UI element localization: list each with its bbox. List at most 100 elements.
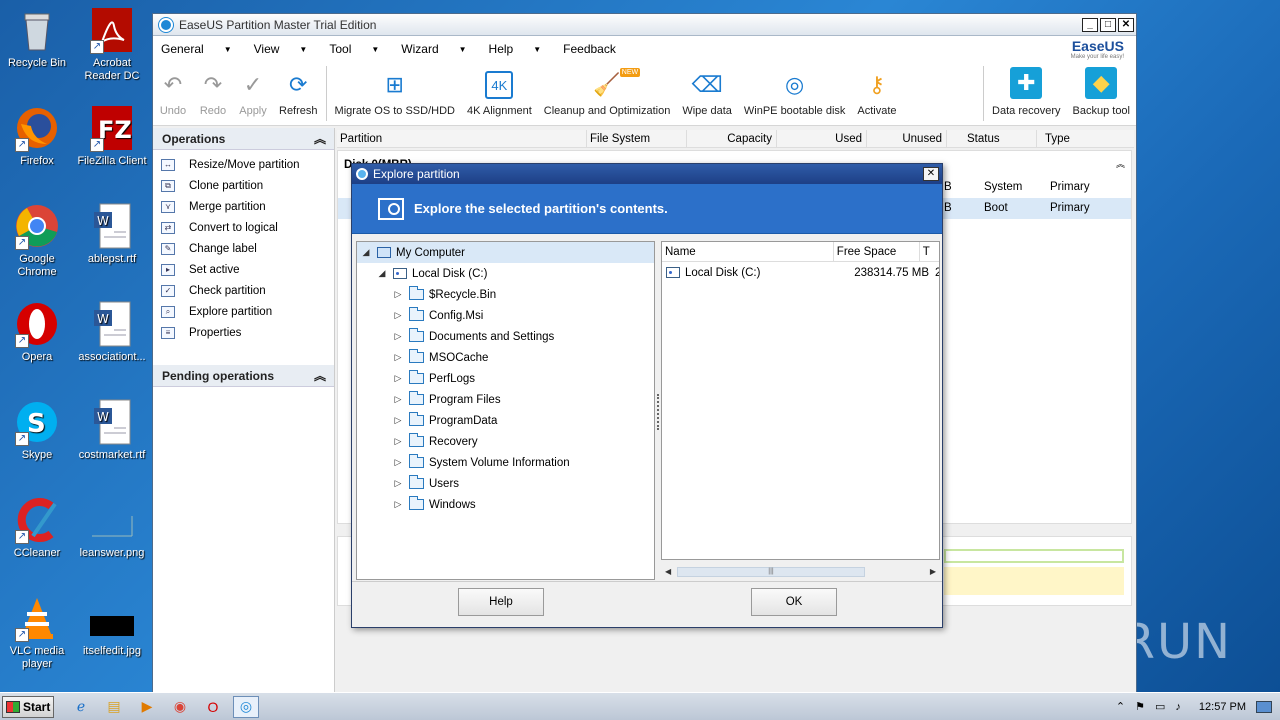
- desktop-icon-ablepst[interactable]: W ablepst.rtf: [75, 202, 149, 266]
- op-convert-logical[interactable]: ⇄ Convert to logical: [161, 217, 334, 238]
- expand-triangle-icon[interactable]: ▷: [393, 478, 403, 489]
- clock[interactable]: 12:57 PM: [1199, 701, 1246, 713]
- col-name[interactable]: Name: [662, 242, 834, 261]
- desktop-icon-acrobat[interactable]: ↗ Acrobat Reader DC: [75, 6, 149, 83]
- help-button[interactable]: Help: [458, 588, 544, 616]
- desktop-icon-associationt[interactable]: W associationt...: [75, 300, 149, 364]
- operations-header[interactable]: Operations ︽: [153, 128, 334, 150]
- tray-expand-icon[interactable]: ⌃: [1116, 700, 1125, 713]
- scroll-up-icon[interactable]: ︽: [1116, 157, 1125, 170]
- tree-node-folder[interactable]: ▷ System Volume Information: [357, 452, 654, 473]
- cleanup-button[interactable]: 🧹 NEW Cleanup and Optimization: [538, 62, 677, 125]
- partition-bar[interactable]: [944, 549, 1124, 563]
- horizontal-scrollbar[interactable]: ◀ ||| ▶: [661, 564, 940, 580]
- expand-triangle-icon[interactable]: ▷: [393, 436, 403, 447]
- desktop-icon-chrome[interactable]: ↗ Google Chrome: [0, 202, 74, 279]
- op-resize-move[interactable]: ↔ Resize/Move partition: [161, 154, 334, 175]
- redo-button[interactable]: ↷ Redo: [193, 62, 233, 125]
- show-desktop-icon[interactable]: [1256, 700, 1272, 713]
- scroll-thumb[interactable]: |||: [677, 567, 865, 577]
- scroll-left-icon[interactable]: ◀: [665, 567, 671, 576]
- activate-button[interactable]: ⚷ Activate: [851, 62, 902, 125]
- desktop-icon-opera[interactable]: ↗ Opera: [0, 300, 74, 364]
- opera-taskbar-icon[interactable]: O: [200, 696, 226, 718]
- desktop-icon-skype[interactable]: S ↗ Skype: [0, 398, 74, 462]
- tree-node-folder[interactable]: ▷ $Recycle.Bin: [357, 284, 654, 305]
- volume-icon[interactable]: ♪: [1175, 701, 1181, 713]
- op-change-label[interactable]: ✎ Change label: [161, 238, 334, 259]
- menu-feedback[interactable]: Feedback: [563, 42, 616, 56]
- desktop-icon-leanswer[interactable]: leanswer.png: [75, 496, 149, 560]
- menu-tool[interactable]: Tool ▼: [329, 42, 379, 56]
- undo-button[interactable]: ↶ Undo: [153, 62, 193, 125]
- refresh-button[interactable]: ⟳ Refresh: [273, 62, 324, 125]
- app-titlebar[interactable]: EaseUS Partition Master Trial Edition _ …: [153, 14, 1136, 36]
- migrate-os-button[interactable]: ⊞ Migrate OS to SSD/HDD: [329, 62, 461, 125]
- apply-button[interactable]: ✓ Apply: [233, 62, 273, 125]
- expand-triangle-icon[interactable]: ▷: [393, 352, 403, 363]
- col-unused[interactable]: Unused: [867, 130, 947, 147]
- tree-node-folder[interactable]: ▷ Config.Msi: [357, 305, 654, 326]
- expand-triangle-icon[interactable]: ▷: [393, 394, 403, 405]
- scroll-right-icon[interactable]: ▶: [930, 567, 936, 576]
- expand-triangle-icon[interactable]: ▷: [393, 373, 403, 384]
- file-row[interactable]: Local Disk (C:) 238314.75 MB 2: [662, 262, 939, 283]
- collapse-triangle-icon[interactable]: ◢: [361, 247, 371, 258]
- menu-wizard[interactable]: Wizard ▼: [401, 42, 466, 56]
- col-status[interactable]: Status: [947, 130, 1037, 147]
- start-button[interactable]: Start: [2, 695, 54, 718]
- col-partition[interactable]: Partition: [337, 130, 587, 147]
- media-player-taskbar-icon[interactable]: ▶: [134, 696, 160, 718]
- expand-triangle-icon[interactable]: ▷: [393, 499, 403, 510]
- collapse-icon[interactable]: ︽: [314, 367, 326, 384]
- tree-node-folder[interactable]: ▷ ProgramData: [357, 410, 654, 431]
- dialog-close-button[interactable]: ✕: [923, 167, 939, 181]
- col-type[interactable]: Type: [1037, 130, 1117, 147]
- winpe-button[interactable]: ◎ WinPE bootable disk: [738, 62, 852, 125]
- desktop-icon-recycle-bin[interactable]: Recycle Bin: [0, 6, 74, 70]
- menu-view[interactable]: View ▼: [254, 42, 308, 56]
- tree-node-folder[interactable]: ▷ Recovery: [357, 431, 654, 452]
- desktop-icon-vlc[interactable]: ↗ VLC media player: [0, 594, 74, 671]
- tree-node-my-computer[interactable]: ◢ My Computer: [357, 242, 654, 263]
- close-button[interactable]: ✕: [1118, 17, 1134, 32]
- op-merge[interactable]: ⋎ Merge partition: [161, 196, 334, 217]
- col-type[interactable]: T: [920, 242, 939, 261]
- op-properties[interactable]: ≡ Properties: [161, 322, 334, 343]
- op-check-partition[interactable]: ✓ Check partition: [161, 280, 334, 301]
- expand-triangle-icon[interactable]: ▷: [393, 331, 403, 342]
- network-icon[interactable]: ▭: [1155, 700, 1165, 713]
- maximize-button[interactable]: □: [1100, 17, 1116, 32]
- minimize-button[interactable]: _: [1082, 17, 1098, 32]
- col-free-space[interactable]: Free Space: [834, 242, 920, 261]
- dialog-titlebar[interactable]: Explore partition ✕: [352, 164, 942, 184]
- explorer-taskbar-icon[interactable]: ▤: [101, 696, 127, 718]
- expand-triangle-icon[interactable]: ▷: [393, 310, 403, 321]
- menu-general[interactable]: General ▼: [161, 42, 232, 56]
- menu-help[interactable]: Help ▼: [489, 42, 542, 56]
- collapse-icon[interactable]: ︽: [314, 130, 326, 147]
- op-set-active[interactable]: ▸ Set active: [161, 259, 334, 280]
- pane-splitter[interactable]: [657, 394, 660, 430]
- desktop-icon-firefox[interactable]: ↗ Firefox: [0, 104, 74, 168]
- tree-node-folder[interactable]: ▷ Program Files: [357, 389, 654, 410]
- tree-node-folder[interactable]: ▷ MSOCache: [357, 347, 654, 368]
- tree-node-folder[interactable]: ▷ Documents and Settings: [357, 326, 654, 347]
- expand-triangle-icon[interactable]: ▷: [393, 457, 403, 468]
- data-recovery-button[interactable]: ✚ Data recovery: [986, 62, 1066, 125]
- wipe-data-button[interactable]: ⌫ Wipe data: [676, 62, 738, 125]
- tree-node-folder[interactable]: ▷ PerfLogs: [357, 368, 654, 389]
- col-filesystem[interactable]: File System: [587, 130, 687, 147]
- flag-icon[interactable]: ⚑: [1135, 700, 1145, 713]
- expand-triangle-icon[interactable]: ▷: [393, 415, 403, 426]
- op-clone[interactable]: ⧉ Clone partition: [161, 175, 334, 196]
- pending-header[interactable]: Pending operations ︽: [153, 365, 334, 387]
- desktop-icon-itselfedit[interactable]: itselfedit.jpg: [75, 594, 149, 658]
- col-used[interactable]: Used: [777, 130, 867, 147]
- desktop-icon-filezilla[interactable]: FZ ↗ FileZilla Client: [75, 104, 149, 168]
- expand-triangle-icon[interactable]: ▷: [393, 289, 403, 300]
- easeus-taskbar-icon[interactable]: ◎: [233, 695, 259, 718]
- col-capacity[interactable]: Capacity: [687, 130, 777, 147]
- op-explore-partition[interactable]: ⌕ Explore partition: [161, 301, 334, 322]
- ie-taskbar-icon[interactable]: ℯ: [68, 696, 94, 718]
